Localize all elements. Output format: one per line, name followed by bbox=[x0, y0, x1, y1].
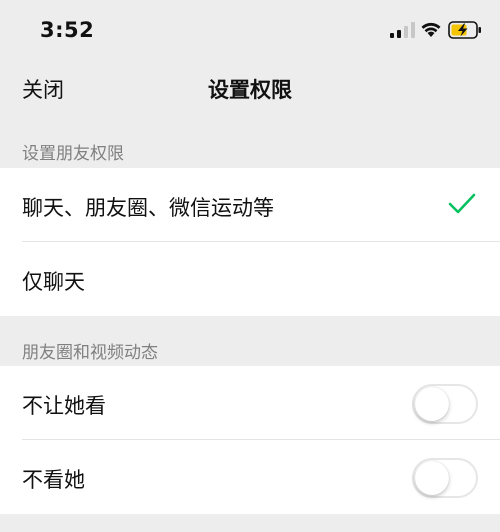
nav-bar: 关闭 设置权限 bbox=[0, 62, 500, 118]
toggle-label: 不看她 bbox=[22, 468, 85, 492]
status-bar: 3:52 bbox=[0, 0, 500, 60]
option-chat-moments-werun[interactable]: 聊天、朋友圈、微信运动等 bbox=[0, 168, 500, 242]
section-header-moments-channels: 朋友圈和视频动态 bbox=[22, 343, 158, 363]
toggle-label: 不让她看 bbox=[22, 394, 106, 418]
option-label: 仅聊天 bbox=[22, 270, 85, 294]
option-label: 聊天、朋友圈、微信运动等 bbox=[22, 196, 274, 220]
status-time: 3:52 bbox=[40, 18, 95, 42]
hide-her-posts-toggle[interactable] bbox=[412, 458, 478, 498]
section-header-friend-permissions: 设置朋友权限 bbox=[22, 144, 124, 164]
cellular-signal-icon bbox=[390, 22, 415, 38]
toggle-row-hide-my-posts[interactable]: 不让她看 bbox=[0, 366, 500, 440]
option-chat-only[interactable]: 仅聊天 bbox=[0, 242, 500, 316]
wifi-icon bbox=[421, 22, 441, 37]
hide-my-posts-toggle[interactable] bbox=[412, 384, 478, 424]
toggle-knob bbox=[415, 387, 449, 421]
battery-charging-icon bbox=[448, 21, 481, 39]
checkmark-icon bbox=[448, 193, 476, 214]
page-title: 设置权限 bbox=[208, 78, 292, 102]
toggle-knob bbox=[415, 461, 449, 495]
toggle-row-hide-her-posts[interactable]: 不看她 bbox=[0, 440, 500, 514]
